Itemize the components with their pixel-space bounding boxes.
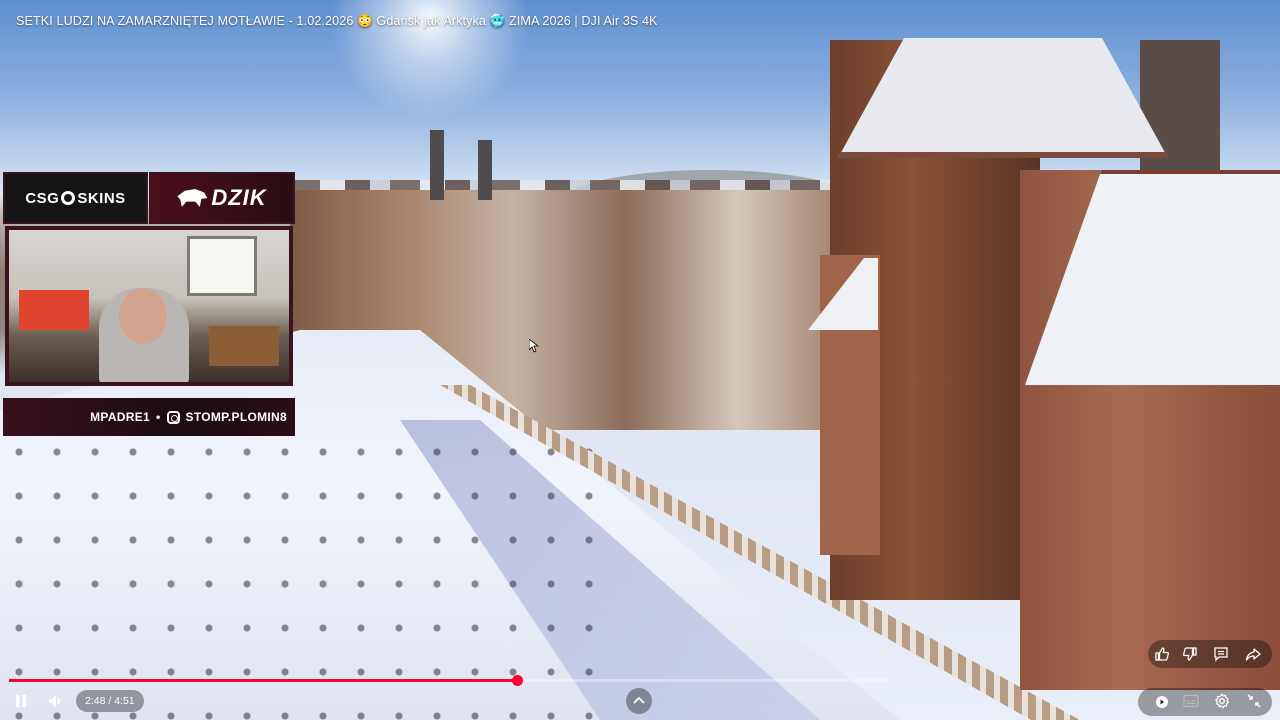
time-display: 2:48 / 4:51 [76,690,144,712]
share-icon [1245,646,1261,662]
webcam-table [209,326,279,366]
social-handles-bar: MPADRE1 • STOMP.PLOMIN8 [3,398,295,436]
csgo-target-icon [61,191,76,205]
seek-bar-thumb[interactable] [511,675,523,686]
captions-icon [1183,694,1199,708]
chevron-up-icon [632,694,646,708]
comments-button[interactable] [1209,642,1233,666]
settings-button[interactable] [1210,689,1234,713]
seek-bar[interactable] [9,675,890,686]
webcam-window [187,236,257,296]
sponsor-dzik-logo: DZIK [149,172,295,224]
autoplay-toggle[interactable] [1145,692,1171,712]
church-spire [478,140,492,200]
separator-dot: • [156,410,161,424]
streamer-head [119,288,167,344]
autoplay-toggle-icon [1146,695,1170,709]
church-spire [430,130,444,200]
thumbs-up-icon [1154,646,1170,662]
webcam-shelf [19,290,89,330]
exit-fullscreen-icon [1246,693,1262,709]
boar-icon [177,189,208,207]
video-title: SETKI LUDZI NA ZAMARZNIĘTEJ MOTŁAWIE - 1… [16,14,658,28]
like-button[interactable] [1150,642,1174,666]
crowd-on-ice [0,430,620,720]
sponsor-dzik-text: DZIK [211,185,267,210]
expand-button[interactable] [626,688,652,714]
sponsor-csgoskins-logo: CSG SKINS [3,172,148,224]
church-tower [1140,40,1220,180]
captions-button[interactable] [1180,690,1202,712]
social-handle-instagram: STOMP.PLOMIN8 [185,410,287,424]
webcam-feed [5,226,293,386]
pause-icon [14,694,28,708]
sponsor-skins-text: SKINS [77,189,126,207]
seek-bar-played [9,679,518,682]
instagram-icon [166,410,180,424]
comment-icon [1213,646,1229,662]
exit-fullscreen-button[interactable] [1242,689,1266,713]
thumbs-down-icon [1182,646,1198,662]
social-handle-left: MPADRE1 [90,410,150,424]
pause-button[interactable] [8,688,34,714]
volume-icon [47,693,63,709]
stream-overlay: CSG SKINS DZIK MPADRE1 • STOMP.PLOMIN8 [3,172,295,436]
sponsor-csg-text: CSG [25,189,60,207]
dislike-button[interactable] [1178,642,1202,666]
gear-icon [1214,693,1230,709]
share-button[interactable] [1241,642,1265,666]
mute-button[interactable] [42,688,68,714]
